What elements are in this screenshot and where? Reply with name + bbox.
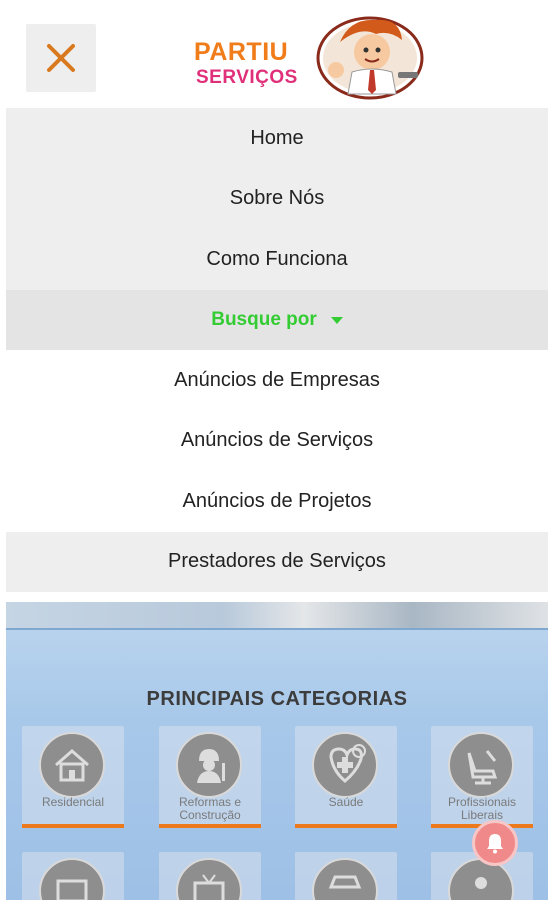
house-icon <box>39 732 105 798</box>
category-card-row2-1[interactable] <box>22 852 124 900</box>
category-label: Profissionais Liberais <box>447 795 517 822</box>
worker-icon <box>176 732 242 798</box>
banner-photo <box>6 602 548 628</box>
menu-item-home[interactable]: Home <box>6 108 548 169</box>
dentist-chair-icon <box>448 732 514 798</box>
store-icon <box>312 858 378 900</box>
mascot-icon <box>316 16 424 100</box>
category-card-profissionais-liberais[interactable]: Profissionais Liberais <box>431 726 533 828</box>
menu-item-sobre-nos[interactable]: Sobre Nós <box>6 168 548 229</box>
category-underline <box>159 824 261 828</box>
categories-title: PRINCIPAIS CATEGORIAS <box>146 688 408 710</box>
monitor-icon <box>39 858 105 900</box>
category-label: Saúde <box>328 795 364 809</box>
bell-icon <box>487 834 503 854</box>
caret-down-icon <box>330 317 343 325</box>
category-underline <box>295 824 397 828</box>
person-icon <box>448 858 514 900</box>
category-label: Reformas e Construção <box>178 795 242 822</box>
main-menu: Home Sobre Nós Como Funciona Busque por … <box>6 108 548 592</box>
busque-por-label: Busque por <box>211 308 317 330</box>
category-underline <box>22 824 124 828</box>
category-card-reformas[interactable]: Reformas e Construção <box>159 726 261 828</box>
close-menu-button[interactable] <box>26 24 96 92</box>
menu-item-busque-por[interactable]: Busque por <box>6 289 548 350</box>
category-card-row2-3[interactable] <box>295 852 397 900</box>
category-card-saude[interactable]: Saúde <box>295 726 397 828</box>
notification-bell-button[interactable] <box>472 820 518 866</box>
categories-section: PRINCIPAIS CATEGORIAS Residencial Reform… <box>6 602 548 900</box>
menu-item-prestadores[interactable]: Prestadores de Serviços <box>6 531 548 592</box>
logo[interactable]: PARTIU SERVIÇOS <box>192 12 428 100</box>
menu-item-como-funciona[interactable]: Como Funciona <box>6 229 548 290</box>
category-card-residencial[interactable]: Residencial <box>22 726 124 828</box>
category-card-row2-2[interactable] <box>159 852 261 900</box>
menu-item-anuncios-empresas[interactable]: Anúncios de Empresas <box>6 350 548 411</box>
close-icon <box>47 44 75 72</box>
logo-text-partiu: PARTIU <box>194 38 289 66</box>
divider <box>6 628 548 630</box>
tv-icon <box>176 858 242 900</box>
menu-item-anuncios-projetos[interactable]: Anúncios de Projetos <box>6 471 548 532</box>
health-icon <box>312 732 378 798</box>
header: PARTIU SERVIÇOS <box>0 0 555 108</box>
category-label: Residencial <box>41 795 105 809</box>
logo-text-servicos: SERVIÇOS <box>196 67 298 88</box>
menu-item-anuncios-servicos[interactable]: Anúncios de Serviços <box>6 410 548 471</box>
